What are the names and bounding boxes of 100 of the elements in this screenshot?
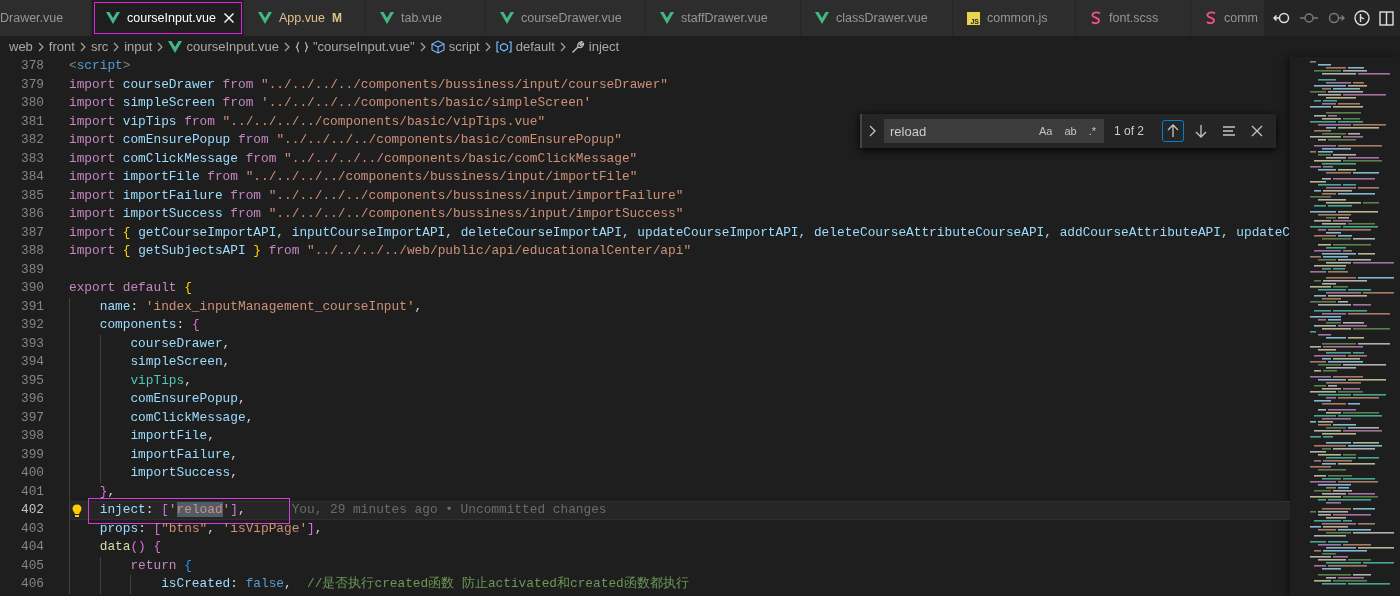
code-line: return { xyxy=(69,556,192,575)
editor-tab[interactable]: staffDrawer.vue xyxy=(646,0,801,36)
code-line: courseDrawer, xyxy=(69,334,231,353)
line-number: 382 xyxy=(19,131,44,149)
line-number: 381 xyxy=(19,112,44,131)
line-number: 378 xyxy=(19,57,44,75)
circle-arrow-icon[interactable] xyxy=(1273,11,1291,25)
breadcrumb-item[interactable]: default xyxy=(515,39,555,54)
line-number: 394 xyxy=(19,353,44,371)
close-icon xyxy=(1249,123,1265,139)
line-number: 379 xyxy=(19,75,44,94)
swirl-icon xyxy=(1205,11,1217,25)
editor-tab[interactable]: Drawer.vue xyxy=(0,0,92,36)
line-number: 391 xyxy=(19,297,44,316)
code-line: export default { xyxy=(69,279,192,297)
line-number: 398 xyxy=(19,427,44,445)
swirl-icon xyxy=(1090,11,1102,25)
line-number: 383 xyxy=(19,149,44,168)
code-line: }, xyxy=(69,482,116,501)
v-icon xyxy=(815,12,829,24)
editor-tab[interactable]: courseInput.vue xyxy=(92,0,244,36)
code-line: import simpleScreen from '../../../../components/basic/simpleScreen' xyxy=(69,94,592,112)
code-line: import comClickMessage from "../../../../components/basic/comClickMessage" xyxy=(69,149,638,168)
chevron-icon xyxy=(36,41,45,52)
line-number: 396 xyxy=(19,390,44,408)
code-line: comEnsurePopup, xyxy=(69,390,246,409)
code-line: import importFile from "../../../../components/bussiness/input/importFile" xyxy=(69,168,638,186)
line-number: 401 xyxy=(19,482,44,501)
breadcrumb-item[interactable]: script xyxy=(448,39,480,54)
line-number: 380 xyxy=(19,94,44,112)
wrench-icon xyxy=(570,39,585,54)
editor-tab[interactable]: App.vue M xyxy=(244,0,366,36)
find-option-toggle[interactable]: Aa xyxy=(1036,124,1055,138)
chevron-icon xyxy=(483,41,492,52)
v-icon xyxy=(106,12,120,24)
line-number: 395 xyxy=(19,371,44,390)
editor-tab[interactable]: font.scss xyxy=(1076,0,1191,36)
v-icon xyxy=(380,12,394,24)
code-line: vipTips, xyxy=(69,371,192,390)
code-line: simpleScreen, xyxy=(69,353,231,372)
blame-annotation: You, 29 minutes ago • Uncommitted changes xyxy=(291,502,607,519)
breadcrumb-item[interactable]: web xyxy=(9,39,33,54)
line-number: 393 xyxy=(19,334,44,353)
editor-tab[interactable]: comm xyxy=(1191,0,1266,36)
line-number: 403 xyxy=(19,519,44,538)
find-option-toggle[interactable]: .* xyxy=(1086,124,1098,138)
split-editor-icon[interactable] xyxy=(1379,10,1394,26)
close-icon[interactable] xyxy=(222,12,235,24)
chevron-icon xyxy=(558,41,567,52)
code-line: import { getSubjectsAPI } from "../../../../web/public/api/educationalCenter/api" xyxy=(69,242,692,260)
code-line: importFailure, xyxy=(69,445,238,464)
breadcrumb-item[interactable]: input xyxy=(124,39,153,54)
bracket-box-icon xyxy=(495,39,512,54)
code-line: components: { xyxy=(69,316,200,335)
circle-line-icon[interactable] xyxy=(1300,11,1318,25)
branch-circle-icon[interactable] xyxy=(1354,10,1370,26)
line-number: 384 xyxy=(19,168,44,186)
code-line: props: ["btns", 'isVipPage'], xyxy=(69,519,323,538)
code-line: import importSuccess from "../../../../components/bussiness/input/importSuccess" xyxy=(69,205,684,223)
line-number: 406 xyxy=(19,575,44,593)
line-number: 402 xyxy=(19,501,44,519)
editor-tab[interactable]: classDrawer.vue xyxy=(801,0,953,36)
code-line: name: 'index_inputManagement_courseInput', xyxy=(69,297,423,316)
chevron-icon xyxy=(78,41,87,52)
line-number: 389 xyxy=(19,260,44,279)
breadcrumb-item[interactable]: front xyxy=(48,39,75,54)
find-field[interactable]: reload Aa ab .* xyxy=(884,119,1104,143)
arrow-up-button[interactable] xyxy=(1162,120,1184,142)
modified-status: M xyxy=(331,11,342,25)
line-number: 404 xyxy=(19,538,44,556)
breadcrumb-item[interactable]: inject xyxy=(588,39,620,54)
breadcrumb-item[interactable]: courseInput.vue xyxy=(186,39,279,54)
match-count: 1 of 2 xyxy=(1114,124,1145,138)
line-number: 390 xyxy=(19,279,44,297)
line-number: 397 xyxy=(19,408,44,427)
line-number: 405 xyxy=(19,556,44,575)
breadcrumb-item[interactable]: "courseInput.vue" xyxy=(312,39,415,54)
line-number: 400 xyxy=(19,464,44,482)
editor-tab[interactable]: tab.vue xyxy=(366,0,486,36)
v-icon xyxy=(660,12,674,24)
line-number: 386 xyxy=(19,205,44,223)
code-line: import comEnsurePopup from "../../../../components/basic/comEnsurePopup" xyxy=(69,131,622,149)
line-number: 385 xyxy=(19,186,44,205)
line-number: 388 xyxy=(19,242,44,260)
code-line: import { getCourseImportAPI, inputCourseImportAPI, deleteCourseImportAPI, updateCourseImportAPI, deleteCourseAttributeCourseAPI, addCourseAttributeAPI, updateC xyxy=(69,223,1290,242)
code-line: import courseDrawer from "../../../../components/bussiness/input/courseDrawer" xyxy=(69,75,669,94)
v-icon xyxy=(168,40,183,53)
chevron-icon xyxy=(156,41,165,52)
breadcrumb-item[interactable]: src xyxy=(90,39,109,54)
v-icon xyxy=(500,12,514,24)
code-line: data() { xyxy=(69,538,162,557)
lightbulb-icon[interactable] xyxy=(72,504,82,518)
find-option-toggle[interactable]: ab xyxy=(1062,124,1079,138)
chevron-icon xyxy=(418,41,427,52)
v-icon xyxy=(258,12,272,24)
editor-tab[interactable]: courseDrawer.vue xyxy=(486,0,646,36)
code-line: <script> xyxy=(69,57,131,75)
code-line: comClickMessage, xyxy=(69,408,254,427)
cube-icon xyxy=(430,39,445,54)
chevron-icon xyxy=(112,41,121,52)
